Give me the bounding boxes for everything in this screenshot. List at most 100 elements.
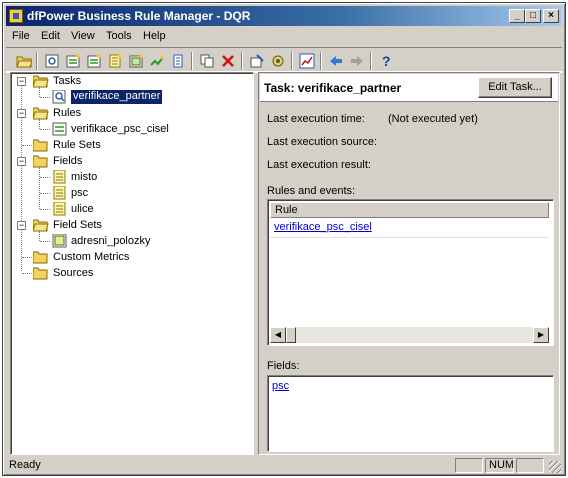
source-icon[interactable] <box>168 52 188 71</box>
tree-item-task[interactable]: verifikace_partner <box>11 89 251 105</box>
chart-icon[interactable] <box>297 52 317 71</box>
menu-edit[interactable]: Edit <box>41 30 60 42</box>
tree-label-sources: Sources <box>53 267 94 279</box>
scroll-left-button[interactable]: ◀ <box>270 327 286 343</box>
rule-icon <box>52 122 67 136</box>
tree-label-rules: Rules <box>53 107 82 119</box>
fields-label: Fields: <box>267 360 300 372</box>
collapse-field-sets-expander[interactable]: − <box>17 221 26 230</box>
task-title: Task: verifikace_partner <box>264 81 402 95</box>
new-field-set-icon[interactable] <box>126 52 146 71</box>
last-execution-source-label: Last execution source: <box>267 136 378 148</box>
close-button[interactable]: × <box>543 9 559 23</box>
scroll-right-button[interactable]: ▶ <box>533 327 549 343</box>
collapse-rules-expander[interactable]: − <box>17 109 26 118</box>
maximize-button[interactable]: □ <box>525 9 541 23</box>
field-icon <box>53 202 66 216</box>
window-title: dfPower Business Rule Manager - DQR <box>27 9 251 23</box>
tree-item-field[interactable]: psc <box>11 185 251 201</box>
status-panel-num: NUM <box>485 458 514 473</box>
last-execution-time-value: (Not executed yet) <box>388 113 478 125</box>
tree-node-field-sets[interactable]: − Field Sets <box>11 217 251 233</box>
rule-column-header[interactable]: Rule <box>270 202 549 218</box>
tree-node-tasks[interactable]: − Tasks <box>11 73 251 89</box>
collapse-tasks-expander[interactable]: − <box>17 77 26 86</box>
collapse-fields-expander[interactable]: − <box>17 157 26 166</box>
help-icon[interactable]: ? <box>376 52 396 71</box>
tree-node-rule-sets[interactable]: Rule Sets <box>11 137 251 153</box>
scroll-thumb[interactable] <box>286 327 296 343</box>
toolbar: ? <box>6 47 562 73</box>
last-execution-result-label: Last execution result: <box>267 159 371 171</box>
folder-icon <box>33 267 48 280</box>
status-bar: Ready NUM <box>6 457 562 474</box>
run-icon[interactable] <box>268 52 288 71</box>
folder-icon <box>33 155 48 168</box>
tree-node-sources[interactable]: Sources <box>11 265 251 281</box>
field-icon <box>53 186 66 200</box>
status-panel-scroll <box>516 458 544 473</box>
menu-file[interactable]: File <box>12 30 30 42</box>
rules-list[interactable]: Rule verifikace_psc_cisel ◀ ▶ <box>267 199 554 346</box>
task-icon <box>52 90 66 104</box>
task-header: Task: verifikace_partner Edit Task... <box>260 74 558 102</box>
new-rule-icon[interactable] <box>63 52 83 71</box>
fields-list[interactable]: psc <box>267 375 554 452</box>
tree-label-custom-metrics: Custom Metrics <box>53 251 130 263</box>
resize-grip-icon[interactable] <box>549 461 561 473</box>
new-rule-set-icon[interactable] <box>84 52 104 71</box>
rules-and-events-label: Rules and events: <box>267 185 356 197</box>
edit-task-button[interactable]: Edit Task... <box>478 77 552 98</box>
tree-label-fields: Fields <box>53 155 83 167</box>
forward-arrow-icon[interactable] <box>347 52 367 71</box>
new-task-icon[interactable] <box>42 52 62 71</box>
app-icon <box>9 9 23 23</box>
copy-icon[interactable] <box>197 52 217 71</box>
status-panel-caps <box>455 458 483 473</box>
properties-icon[interactable] <box>247 52 267 71</box>
open-folder-icon <box>33 107 49 120</box>
tree-item-rule-label: verifikace_psc_cisel <box>71 123 169 135</box>
tree-node-rules[interactable]: − Rules <box>11 105 251 121</box>
tree-pane[interactable]: − Tasks verifikace_partner − Rules verif… <box>10 72 254 455</box>
svg-text:?: ? <box>382 53 391 69</box>
tree-item-field-label: ulice <box>71 203 94 215</box>
field-icon <box>53 170 66 184</box>
tree-label-field-sets: Field Sets <box>53 219 102 231</box>
status-text: Ready <box>9 459 41 471</box>
menu-tools[interactable]: Tools <box>106 30 132 42</box>
tree-label-rule-sets: Rule Sets <box>53 139 101 151</box>
minimize-button[interactable]: _ <box>509 9 525 23</box>
open-folder-icon <box>33 219 49 232</box>
rules-horizontal-scrollbar[interactable]: ◀ ▶ <box>270 327 549 343</box>
new-field-icon[interactable] <box>105 52 125 71</box>
folder-icon <box>33 139 48 152</box>
open-folder-icon <box>33 75 49 88</box>
tree-item-rule[interactable]: verifikace_psc_cisel <box>11 121 251 137</box>
back-arrow-icon[interactable] <box>326 52 346 71</box>
folder-icon <box>33 251 48 264</box>
task-detail-pane: Task: verifikace_partner Edit Task... La… <box>258 72 560 455</box>
custom-metric-icon[interactable] <box>147 52 167 71</box>
tree-node-custom-metrics[interactable]: Custom Metrics <box>11 249 251 265</box>
menu-bar: File Edit View Tools Help <box>6 27 562 46</box>
menu-view[interactable]: View <box>71 30 95 42</box>
tree-item-field-set[interactable]: adresni_polozky <box>11 233 251 249</box>
field-link[interactable]: psc <box>272 380 289 392</box>
tree-item-task-label: verifikace_partner <box>71 90 163 104</box>
field-set-icon <box>52 234 67 248</box>
title-bar: dfPower Business Rule Manager - DQR _ □ … <box>6 6 562 26</box>
tree-item-field[interactable]: ulice <box>11 201 251 217</box>
last-execution-time-label: Last execution time: <box>267 113 365 125</box>
tree-label-tasks: Tasks <box>53 75 82 87</box>
menu-help[interactable]: Help <box>143 30 166 42</box>
tree-item-field-set-label: adresni_polozky <box>71 235 151 247</box>
tree-item-field-label: misto <box>71 171 98 183</box>
tree-node-fields[interactable]: − Fields <box>11 153 251 169</box>
delete-icon[interactable] <box>218 52 238 71</box>
open-folder-icon[interactable] <box>14 52 34 71</box>
tree-item-field-label: psc <box>71 187 89 199</box>
tree-item-field[interactable]: misto <box>11 169 251 185</box>
rule-link[interactable]: verifikace_psc_cisel <box>274 221 372 233</box>
app-window: dfPower Business Rule Manager - DQR _ □ … <box>2 2 566 476</box>
